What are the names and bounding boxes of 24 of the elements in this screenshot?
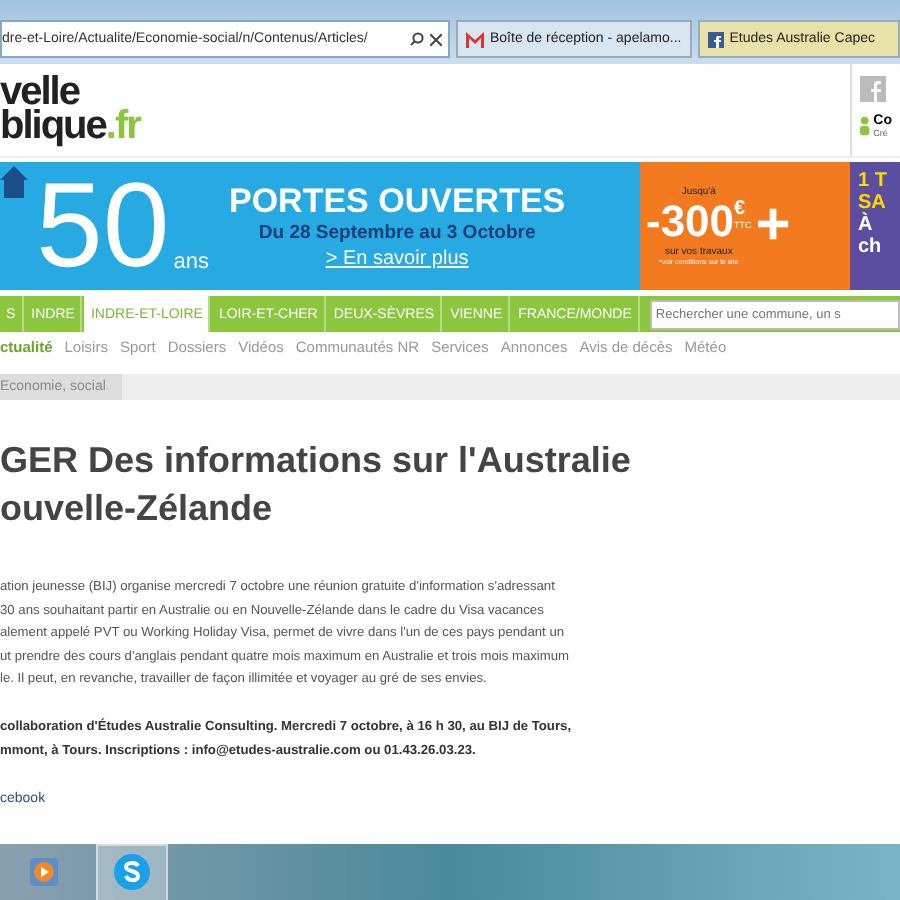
taskbar-button[interactable]	[96, 843, 168, 900]
promo-text: SA	[858, 192, 888, 214]
banner-link[interactable]: > En savoir plus	[325, 248, 469, 270]
skype-icon	[114, 854, 150, 890]
promo-text: 1 T	[858, 170, 889, 192]
article-title: ouvelle-Zélande	[0, 486, 275, 532]
house-icon	[0, 166, 28, 198]
media-player-icon	[30, 858, 58, 886]
facebook-icon[interactable]	[860, 76, 886, 102]
user-icon	[860, 114, 870, 138]
offer-amount: -300	[646, 198, 735, 246]
anniversary-label: ans	[173, 250, 209, 274]
plus-sign: +	[755, 192, 791, 260]
search-icon[interactable]	[410, 32, 424, 46]
close-icon[interactable]	[430, 33, 442, 45]
facebook-icon	[707, 31, 724, 47]
promo-text: ch	[858, 236, 884, 258]
anniversary-number: 50	[36, 166, 170, 286]
promo-text: À	[858, 214, 875, 236]
banner-dates: Du 28 Septembre au 3 Octobre	[258, 222, 536, 244]
article-title: GER Des informations sur l'Australie	[0, 438, 633, 484]
offer-currency: €	[734, 198, 748, 220]
mail-icon	[466, 31, 484, 47]
banner-headline: PORTES OUVERTES	[229, 182, 566, 222]
